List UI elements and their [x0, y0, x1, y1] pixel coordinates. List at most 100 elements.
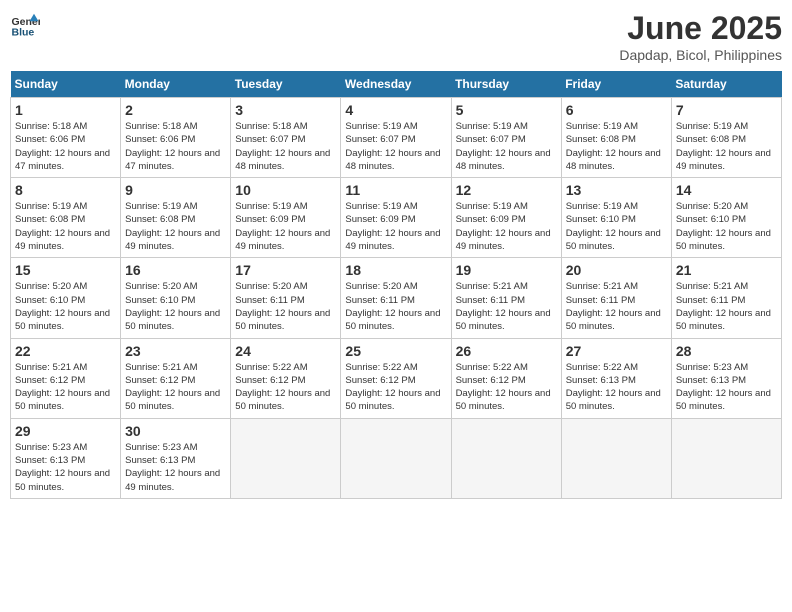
- day-number: 19: [456, 262, 557, 278]
- page-header: General Blue June 2025 Dapdap, Bicol, Ph…: [10, 10, 782, 63]
- day-number: 2: [125, 102, 226, 118]
- calendar-cell: 1 Sunrise: 5:18 AMSunset: 6:06 PMDayligh…: [11, 98, 121, 178]
- day-info: Sunrise: 5:20 AMSunset: 6:10 PMDaylight:…: [125, 281, 220, 332]
- day-number: 4: [345, 102, 446, 118]
- day-number: 18: [345, 262, 446, 278]
- day-header-saturday: Saturday: [671, 71, 781, 98]
- calendar-cell: 30 Sunrise: 5:23 AMSunset: 6:13 PMDaylig…: [121, 418, 231, 498]
- calendar-cell: [341, 418, 451, 498]
- calendar-week-row: 15 Sunrise: 5:20 AMSunset: 6:10 PMDaylig…: [11, 258, 782, 338]
- day-number: 8: [15, 182, 116, 198]
- day-info: Sunrise: 5:22 AMSunset: 6:13 PMDaylight:…: [566, 362, 661, 413]
- day-info: Sunrise: 5:19 AMSunset: 6:08 PMDaylight:…: [125, 201, 220, 252]
- day-number: 15: [15, 262, 116, 278]
- calendar-cell: 18 Sunrise: 5:20 AMSunset: 6:11 PMDaylig…: [341, 258, 451, 338]
- day-number: 6: [566, 102, 667, 118]
- calendar-week-row: 22 Sunrise: 5:21 AMSunset: 6:12 PMDaylig…: [11, 338, 782, 418]
- calendar-cell: 10 Sunrise: 5:19 AMSunset: 6:09 PMDaylig…: [231, 178, 341, 258]
- day-info: Sunrise: 5:22 AMSunset: 6:12 PMDaylight:…: [456, 362, 551, 413]
- calendar-header-row: SundayMondayTuesdayWednesdayThursdayFrid…: [11, 71, 782, 98]
- day-number: 1: [15, 102, 116, 118]
- calendar-cell: 7 Sunrise: 5:19 AMSunset: 6:08 PMDayligh…: [671, 98, 781, 178]
- day-number: 13: [566, 182, 667, 198]
- day-info: Sunrise: 5:18 AMSunset: 6:07 PMDaylight:…: [235, 121, 330, 172]
- day-number: 12: [456, 182, 557, 198]
- calendar-body: 1 Sunrise: 5:18 AMSunset: 6:06 PMDayligh…: [11, 98, 782, 499]
- day-info: Sunrise: 5:20 AMSunset: 6:11 PMDaylight:…: [235, 281, 330, 332]
- calendar-cell: [561, 418, 671, 498]
- calendar-cell: 11 Sunrise: 5:19 AMSunset: 6:09 PMDaylig…: [341, 178, 451, 258]
- day-info: Sunrise: 5:21 AMSunset: 6:12 PMDaylight:…: [15, 362, 110, 413]
- calendar-cell: 25 Sunrise: 5:22 AMSunset: 6:12 PMDaylig…: [341, 338, 451, 418]
- calendar-cell: 23 Sunrise: 5:21 AMSunset: 6:12 PMDaylig…: [121, 338, 231, 418]
- day-number: 21: [676, 262, 777, 278]
- day-number: 17: [235, 262, 336, 278]
- day-number: 25: [345, 343, 446, 359]
- day-info: Sunrise: 5:20 AMSunset: 6:10 PMDaylight:…: [676, 201, 771, 252]
- day-header-friday: Friday: [561, 71, 671, 98]
- day-number: 23: [125, 343, 226, 359]
- calendar-cell: 12 Sunrise: 5:19 AMSunset: 6:09 PMDaylig…: [451, 178, 561, 258]
- day-info: Sunrise: 5:21 AMSunset: 6:11 PMDaylight:…: [566, 281, 661, 332]
- logo: General Blue: [10, 10, 40, 40]
- calendar-cell: 2 Sunrise: 5:18 AMSunset: 6:06 PMDayligh…: [121, 98, 231, 178]
- calendar-cell: 26 Sunrise: 5:22 AMSunset: 6:12 PMDaylig…: [451, 338, 561, 418]
- day-number: 9: [125, 182, 226, 198]
- calendar-cell: 8 Sunrise: 5:19 AMSunset: 6:08 PMDayligh…: [11, 178, 121, 258]
- calendar-cell: 20 Sunrise: 5:21 AMSunset: 6:11 PMDaylig…: [561, 258, 671, 338]
- day-info: Sunrise: 5:19 AMSunset: 6:09 PMDaylight:…: [345, 201, 440, 252]
- calendar-week-row: 29 Sunrise: 5:23 AMSunset: 6:13 PMDaylig…: [11, 418, 782, 498]
- day-number: 30: [125, 423, 226, 439]
- calendar-week-row: 1 Sunrise: 5:18 AMSunset: 6:06 PMDayligh…: [11, 98, 782, 178]
- calendar-week-row: 8 Sunrise: 5:19 AMSunset: 6:08 PMDayligh…: [11, 178, 782, 258]
- day-number: 5: [456, 102, 557, 118]
- day-header-wednesday: Wednesday: [341, 71, 451, 98]
- calendar-cell: 19 Sunrise: 5:21 AMSunset: 6:11 PMDaylig…: [451, 258, 561, 338]
- day-info: Sunrise: 5:19 AMSunset: 6:08 PMDaylight:…: [566, 121, 661, 172]
- calendar-cell: 28 Sunrise: 5:23 AMSunset: 6:13 PMDaylig…: [671, 338, 781, 418]
- calendar-cell: 17 Sunrise: 5:20 AMSunset: 6:11 PMDaylig…: [231, 258, 341, 338]
- day-info: Sunrise: 5:19 AMSunset: 6:07 PMDaylight:…: [345, 121, 440, 172]
- day-number: 28: [676, 343, 777, 359]
- day-info: Sunrise: 5:21 AMSunset: 6:12 PMDaylight:…: [125, 362, 220, 413]
- day-info: Sunrise: 5:23 AMSunset: 6:13 PMDaylight:…: [15, 442, 110, 493]
- day-info: Sunrise: 5:19 AMSunset: 6:09 PMDaylight:…: [456, 201, 551, 252]
- calendar-cell: 22 Sunrise: 5:21 AMSunset: 6:12 PMDaylig…: [11, 338, 121, 418]
- day-number: 26: [456, 343, 557, 359]
- day-info: Sunrise: 5:23 AMSunset: 6:13 PMDaylight:…: [676, 362, 771, 413]
- calendar-cell: 16 Sunrise: 5:20 AMSunset: 6:10 PMDaylig…: [121, 258, 231, 338]
- day-info: Sunrise: 5:22 AMSunset: 6:12 PMDaylight:…: [345, 362, 440, 413]
- title-area: June 2025 Dapdap, Bicol, Philippines: [619, 10, 782, 63]
- day-info: Sunrise: 5:19 AMSunset: 6:07 PMDaylight:…: [456, 121, 551, 172]
- calendar-cell: 13 Sunrise: 5:19 AMSunset: 6:10 PMDaylig…: [561, 178, 671, 258]
- day-number: 16: [125, 262, 226, 278]
- calendar-cell: 15 Sunrise: 5:20 AMSunset: 6:10 PMDaylig…: [11, 258, 121, 338]
- day-info: Sunrise: 5:20 AMSunset: 6:11 PMDaylight:…: [345, 281, 440, 332]
- calendar-cell: 14 Sunrise: 5:20 AMSunset: 6:10 PMDaylig…: [671, 178, 781, 258]
- calendar-cell: 24 Sunrise: 5:22 AMSunset: 6:12 PMDaylig…: [231, 338, 341, 418]
- day-number: 10: [235, 182, 336, 198]
- day-number: 27: [566, 343, 667, 359]
- calendar-cell: [231, 418, 341, 498]
- day-info: Sunrise: 5:20 AMSunset: 6:10 PMDaylight:…: [15, 281, 110, 332]
- day-info: Sunrise: 5:21 AMSunset: 6:11 PMDaylight:…: [676, 281, 771, 332]
- day-info: Sunrise: 5:19 AMSunset: 6:09 PMDaylight:…: [235, 201, 330, 252]
- day-info: Sunrise: 5:21 AMSunset: 6:11 PMDaylight:…: [456, 281, 551, 332]
- day-number: 22: [15, 343, 116, 359]
- day-number: 7: [676, 102, 777, 118]
- day-info: Sunrise: 5:19 AMSunset: 6:10 PMDaylight:…: [566, 201, 661, 252]
- day-header-thursday: Thursday: [451, 71, 561, 98]
- calendar-cell: [451, 418, 561, 498]
- calendar-cell: [671, 418, 781, 498]
- day-header-monday: Monday: [121, 71, 231, 98]
- calendar-cell: 3 Sunrise: 5:18 AMSunset: 6:07 PMDayligh…: [231, 98, 341, 178]
- svg-text:Blue: Blue: [12, 27, 35, 39]
- day-number: 14: [676, 182, 777, 198]
- day-number: 3: [235, 102, 336, 118]
- calendar-cell: 29 Sunrise: 5:23 AMSunset: 6:13 PMDaylig…: [11, 418, 121, 498]
- day-info: Sunrise: 5:18 AMSunset: 6:06 PMDaylight:…: [125, 121, 220, 172]
- calendar-cell: 27 Sunrise: 5:22 AMSunset: 6:13 PMDaylig…: [561, 338, 671, 418]
- day-info: Sunrise: 5:19 AMSunset: 6:08 PMDaylight:…: [676, 121, 771, 172]
- calendar-cell: 4 Sunrise: 5:19 AMSunset: 6:07 PMDayligh…: [341, 98, 451, 178]
- calendar-cell: 6 Sunrise: 5:19 AMSunset: 6:08 PMDayligh…: [561, 98, 671, 178]
